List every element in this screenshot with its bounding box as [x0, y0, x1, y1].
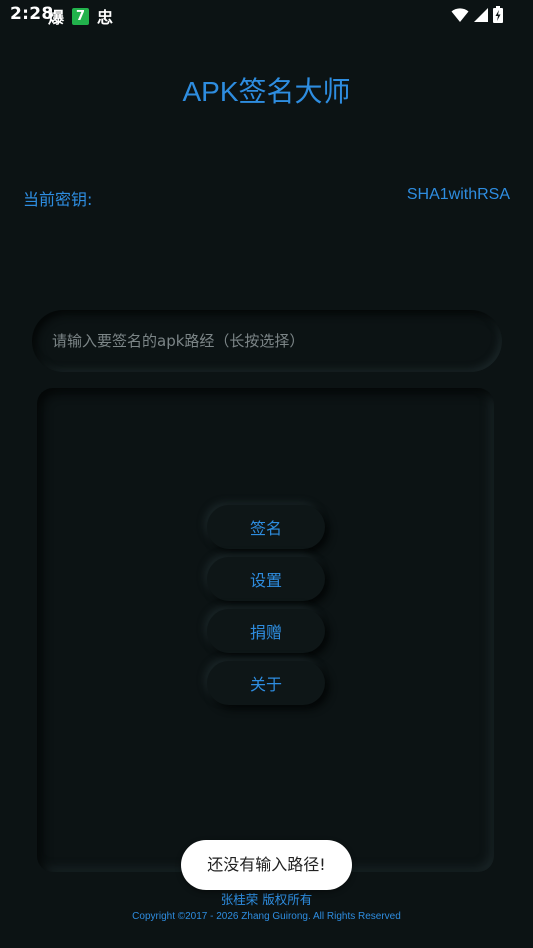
notification-icon: 忠 — [97, 8, 114, 27]
status-time: 2:28 — [10, 4, 54, 24]
status-bar: 2:28 爆 7 忠 — [0, 0, 533, 30]
notification-icon: 爆 — [48, 8, 65, 27]
notification-badge-icon: 7 — [72, 7, 90, 25]
author-credit: 张桂荣 版权所有 — [220, 892, 313, 907]
current-key-label: 当前密钥: — [23, 190, 93, 209]
about-button[interactable]: 关于 — [207, 661, 325, 705]
copyright-text: Copyright ©2017 - 2026 Zhang Guirong. Al… — [132, 911, 401, 922]
wifi-icon — [451, 7, 469, 22]
toast-message: 还没有输入路径! — [181, 840, 352, 890]
settings-button[interactable]: 设置 — [207, 557, 325, 601]
sign-button[interactable]: 签名 — [207, 505, 325, 549]
app-title: APK签名大师 — [182, 76, 351, 107]
app-screen: 2:28 爆 7 忠 APK签名大师 当前密钥: SHA1withRSA 签名 … — [0, 0, 533, 948]
notification-icons: 爆 7 忠 — [48, 4, 113, 28]
system-icons — [451, 6, 503, 23]
donate-button[interactable]: 捐赠 — [207, 609, 325, 653]
apk-path-input[interactable] — [52, 310, 482, 372]
signal-icon — [474, 7, 488, 22]
apk-path-field — [32, 310, 502, 372]
battery-charging-icon — [493, 6, 503, 23]
current-key-value: SHA1withRSA — [406, 186, 510, 203]
